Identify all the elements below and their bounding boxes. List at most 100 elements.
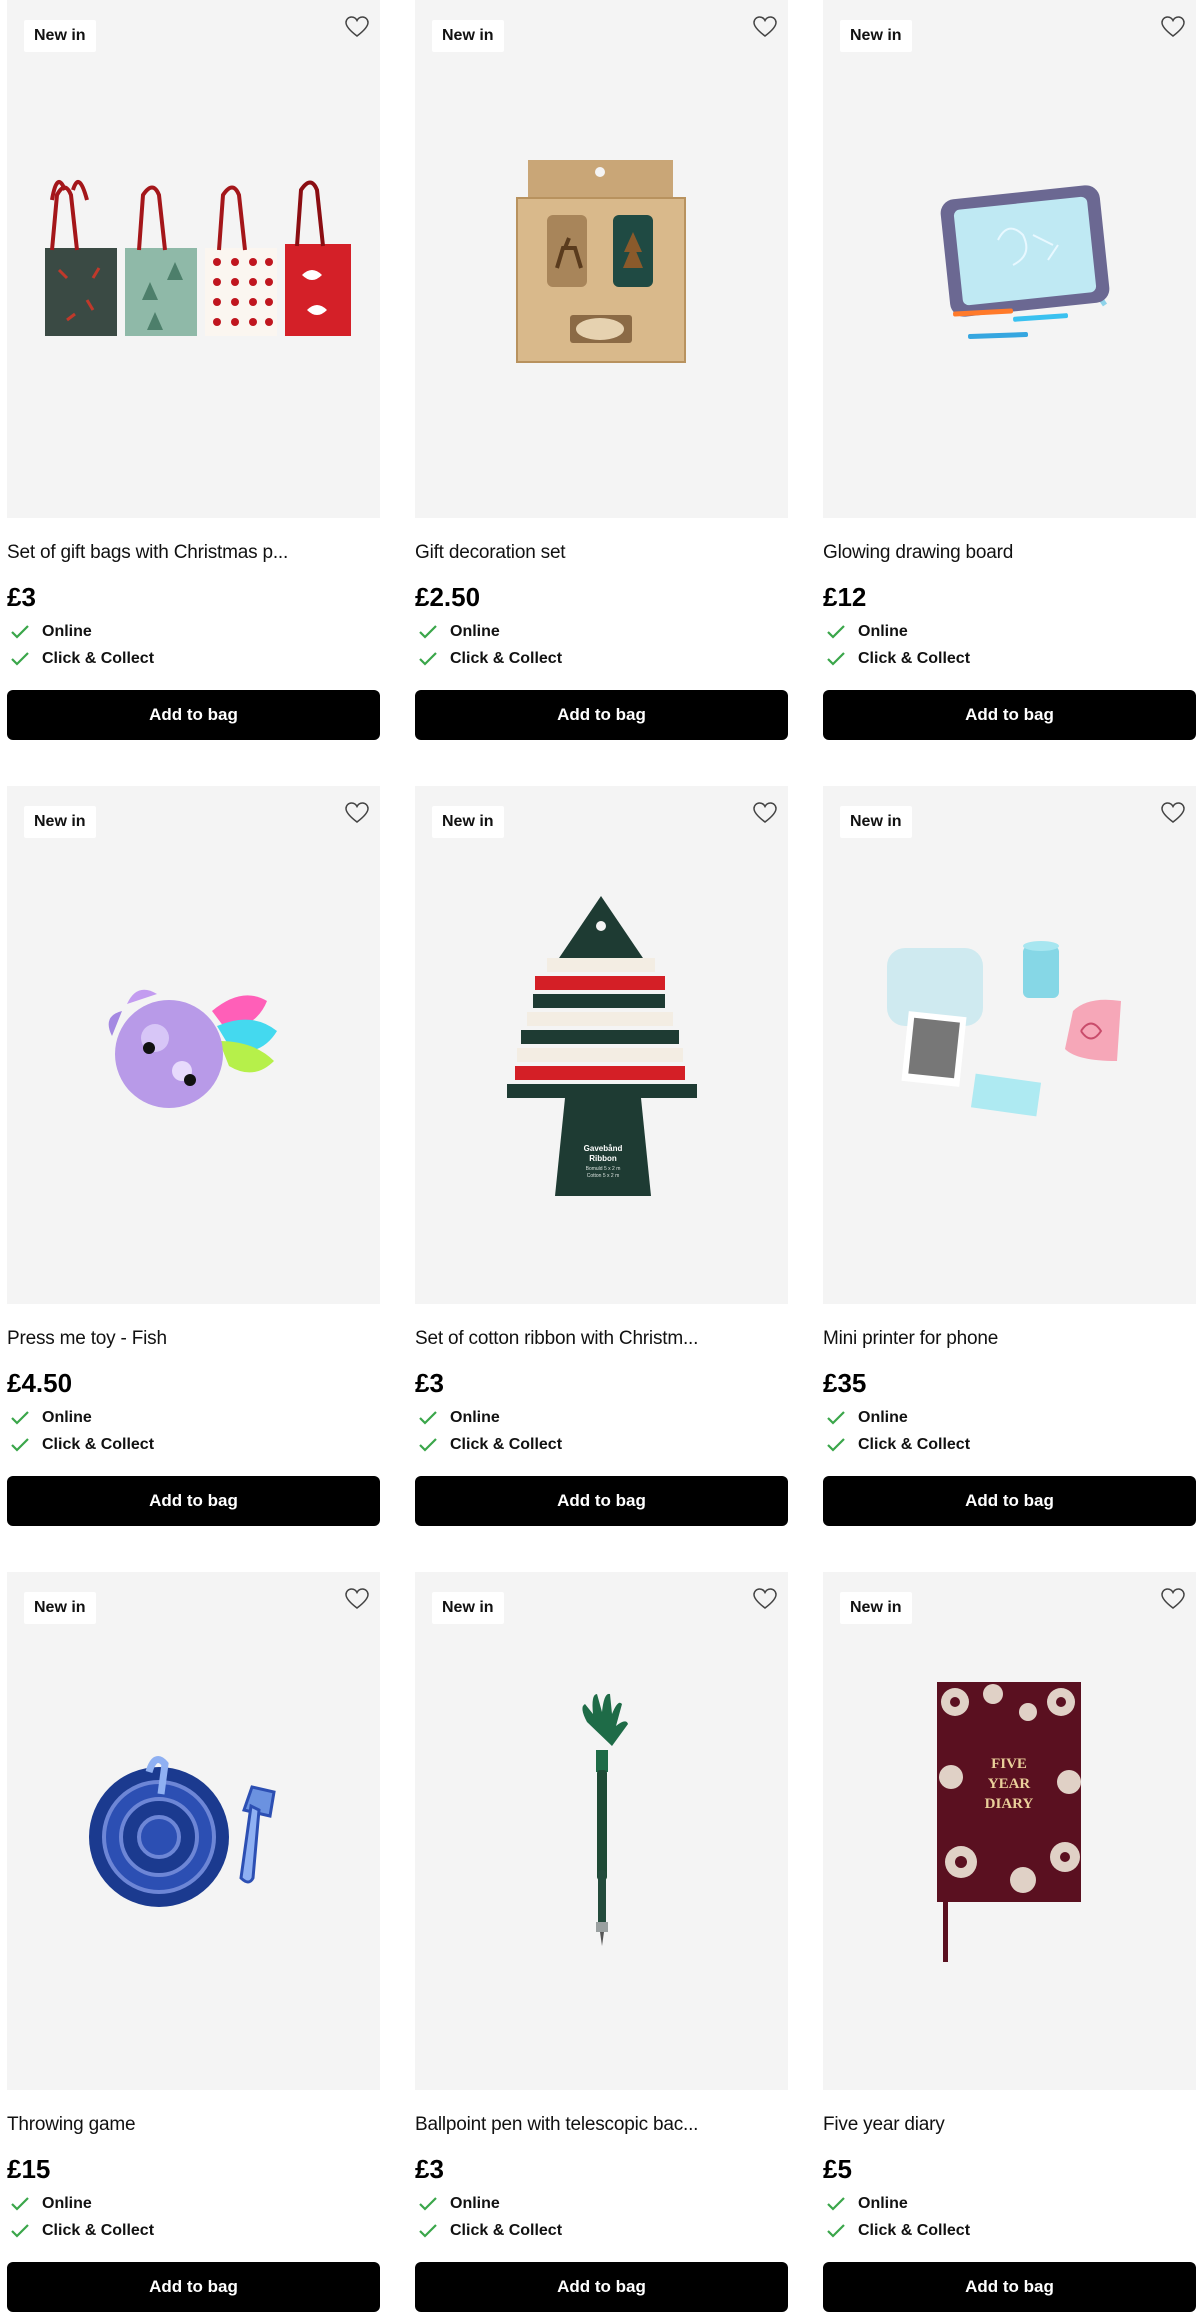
add-to-bag-button[interactable]: Add to bag — [823, 690, 1196, 740]
checkmark-icon — [419, 2223, 437, 2238]
gift-bags-image — [45, 180, 351, 336]
diary-cover-line-1: FIVE — [991, 1756, 1027, 1772]
heart-outline-icon[interactable] — [344, 14, 370, 40]
product-price: £3 — [415, 2154, 444, 2184]
availability-click-collect: Click & Collect — [7, 1431, 380, 1458]
product-card[interactable]: New in Mini printer for phone £35 Online… — [823, 786, 1196, 1526]
availability-list: Online Click & Collect — [823, 2190, 1196, 2244]
new-in-badge: New in — [840, 806, 912, 838]
availability-online: Online — [823, 2190, 1196, 2217]
availability-online: Online — [7, 2190, 380, 2217]
product-image-area[interactable]: New in — [823, 0, 1196, 518]
availability-click-collect: Click & Collect — [415, 645, 788, 672]
new-in-badge: New in — [24, 1592, 96, 1624]
product-price: £35 — [823, 1368, 867, 1398]
availability-list: Online Click & Collect — [415, 1404, 788, 1458]
availability-online: Online — [415, 1404, 788, 1431]
product-title[interactable]: Set of cotton ribbon with Christm... — [415, 1328, 788, 1354]
availability-label: Click & Collect — [42, 649, 155, 667]
product-title[interactable]: Set of gift bags with Christmas p... — [7, 542, 380, 568]
product-card[interactable]: New in Gift decoration set £2.50 Online … — [415, 0, 788, 740]
checkmark-icon — [11, 1410, 29, 1425]
availability-label: Click & Collect — [858, 2221, 971, 2239]
availability-online: Online — [823, 618, 1196, 645]
availability-online: Online — [823, 1404, 1196, 1431]
availability-label: Online — [42, 622, 92, 640]
add-to-bag-button[interactable]: Add to bag — [415, 1476, 788, 1526]
product-price: £12 — [823, 582, 867, 612]
product-card[interactable]: New in Set of gift bags with Christmas p… — [7, 0, 380, 740]
availability-online: Online — [7, 1404, 380, 1431]
availability-click-collect: Click & Collect — [415, 2217, 788, 2244]
product-price: £2.50 — [415, 582, 481, 612]
availability-label: Click & Collect — [450, 1435, 563, 1453]
product-title[interactable]: Glowing drawing board — [823, 542, 1196, 568]
gift-decoration-set-image — [516, 160, 686, 363]
product-card[interactable]: New in Press me toy - Fish £4.50 Online … — [7, 786, 380, 1526]
product-image-area[interactable]: New in — [823, 786, 1196, 1304]
throwing-game-image — [89, 1756, 276, 1907]
add-to-bag-button[interactable]: Add to bag — [7, 690, 380, 740]
availability-label: Online — [858, 622, 908, 640]
product-title[interactable]: Throwing game — [7, 2114, 380, 2140]
product-grid: New in Set of gift bags with Christmas p… — [7, 0, 1197, 2312]
product-image-area[interactable]: New in — [415, 0, 788, 518]
product-image-area[interactable]: New in — [415, 1572, 788, 2090]
product-image-area[interactable]: FIVE YEAR DIARY New in — [823, 1572, 1196, 2090]
ribbon-package-title: Gavebånd — [584, 1144, 623, 1153]
product-title[interactable]: Gift decoration set — [415, 542, 788, 568]
availability-list: Online Click & Collect — [823, 618, 1196, 672]
product-image-area[interactable]: New in — [7, 786, 380, 1304]
heart-outline-icon[interactable] — [1160, 1586, 1186, 1612]
availability-click-collect: Click & Collect — [7, 2217, 380, 2244]
heart-outline-icon[interactable] — [752, 800, 778, 826]
new-in-badge: New in — [24, 806, 96, 838]
add-to-bag-button[interactable]: Add to bag — [415, 690, 788, 740]
heart-outline-icon[interactable] — [344, 800, 370, 826]
availability-list: Online Click & Collect — [415, 618, 788, 672]
product-price: £5 — [823, 2154, 852, 2184]
product-title[interactable]: Press me toy - Fish — [7, 1328, 380, 1354]
checkmark-icon — [11, 651, 29, 666]
availability-label: Click & Collect — [858, 1435, 971, 1453]
availability-list: Online Click & Collect — [415, 2190, 788, 2244]
product-title[interactable]: Five year diary — [823, 2114, 1196, 2140]
product-image-area[interactable]: Gavebånd Ribbon Bomuld 5 x 2 m Cotton 5 … — [415, 786, 788, 1304]
checkmark-icon — [11, 624, 29, 639]
add-to-bag-button[interactable]: Add to bag — [823, 1476, 1196, 1526]
checkmark-icon — [827, 1437, 845, 1452]
product-card[interactable]: New in Glowing drawing board £12 Online … — [823, 0, 1196, 740]
checkmark-icon — [11, 2196, 29, 2211]
checkmark-icon — [11, 1437, 29, 1452]
product-image-area[interactable]: New in — [7, 1572, 380, 2090]
checkmark-icon — [827, 1410, 845, 1425]
checkmark-icon — [419, 2196, 437, 2211]
product-price: £4.50 — [7, 1368, 73, 1398]
availability-online: Online — [415, 2190, 788, 2217]
heart-outline-icon[interactable] — [1160, 800, 1186, 826]
availability-label: Online — [42, 2194, 92, 2212]
product-card[interactable]: New in Throwing game £15 Online Click & … — [7, 1572, 380, 2312]
heart-outline-icon[interactable] — [752, 1586, 778, 1612]
product-card[interactable]: Gavebånd Ribbon Bomuld 5 x 2 m Cotton 5 … — [415, 786, 788, 1526]
add-to-bag-button[interactable]: Add to bag — [823, 2262, 1196, 2312]
availability-label: Online — [858, 2194, 908, 2212]
heart-outline-icon[interactable] — [344, 1586, 370, 1612]
product-title[interactable]: Ballpoint pen with telescopic bac... — [415, 2114, 788, 2140]
ribbon-package-note: Bomuld 5 x 2 m — [586, 1166, 621, 1172]
five-year-diary-image: FIVE YEAR DIARY — [937, 1682, 1081, 1962]
product-title[interactable]: Mini printer for phone — [823, 1328, 1196, 1354]
checkmark-icon — [827, 624, 845, 639]
add-to-bag-button[interactable]: Add to bag — [415, 2262, 788, 2312]
checkmark-icon — [827, 2196, 845, 2211]
add-to-bag-button[interactable]: Add to bag — [7, 1476, 380, 1526]
availability-label: Click & Collect — [450, 2221, 563, 2239]
product-image-area[interactable]: New in — [7, 0, 380, 518]
checkmark-icon — [419, 651, 437, 666]
add-to-bag-button[interactable]: Add to bag — [7, 2262, 380, 2312]
heart-outline-icon[interactable] — [1160, 14, 1186, 40]
product-card[interactable]: FIVE YEAR DIARY New in Five year diary £… — [823, 1572, 1196, 2312]
checkmark-icon — [827, 2223, 845, 2238]
product-card[interactable]: New in Ballpoint pen with telescopic bac… — [415, 1572, 788, 2312]
heart-outline-icon[interactable] — [752, 14, 778, 40]
